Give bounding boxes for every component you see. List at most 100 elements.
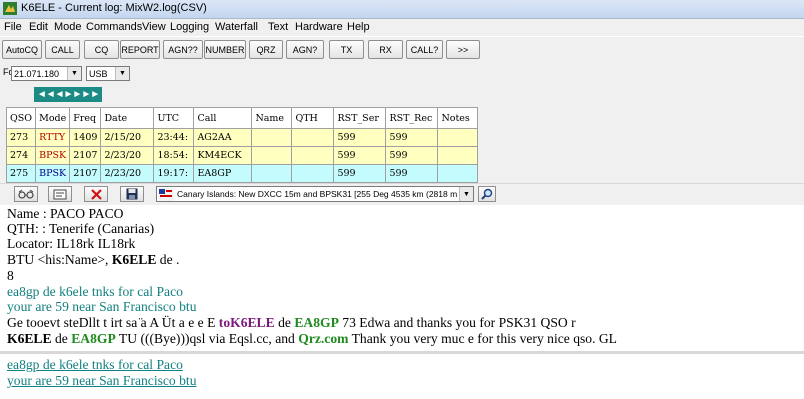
cell-name: [251, 164, 293, 183]
menu-help[interactable]: Help: [347, 21, 370, 33]
qrz-button[interactable]: QRZ: [249, 40, 283, 59]
text-span: TU (((Bye)))qsl via Eqsl.cc, and: [115, 331, 299, 346]
table-header-row: QSO Mode Freq Date UTC Call Name QTH RST…: [5, 107, 479, 129]
report-button[interactable]: REPORT: [120, 40, 160, 59]
mode-value: USB: [89, 68, 108, 79]
col-rst-rec[interactable]: RST_Rec: [385, 107, 439, 129]
text-span: de .: [156, 252, 180, 267]
callsign-tok6ele[interactable]: toK6ELE: [219, 315, 275, 330]
callsign-k6ele[interactable]: K6ELE: [112, 252, 157, 267]
cell-notes: [437, 128, 479, 147]
rx-line-name: Name : PACO PACO: [7, 206, 124, 221]
cell-qso: 273: [5, 128, 37, 147]
table-row-selected[interactable]: 275 BPSK 2107 2/23/20 19:17: EA8GP 599 5…: [5, 164, 479, 183]
flag-icon: [158, 187, 174, 201]
cell-rst-rec: 599: [385, 146, 439, 165]
cq-button[interactable]: CQ: [84, 40, 119, 59]
table-row[interactable]: 274 BPSK 2107 2/23/20 18:54: KM4ECK 599 …: [5, 146, 479, 165]
call-button[interactable]: CALL: [45, 40, 80, 59]
rx-line-qth: QTH: : Tenerife (Canarias): [7, 221, 155, 236]
qrz-link[interactable]: Qrz.com: [298, 331, 348, 346]
text-span: 73 Edwa and thanks you for PSK31 QSO r: [338, 315, 576, 330]
cell-qso: 274: [5, 146, 37, 165]
rx-line-btu: BTU <his:Name>, K6ELE de .: [7, 252, 179, 268]
glasses-icon[interactable]: [14, 186, 38, 202]
col-call[interactable]: Call: [193, 107, 253, 129]
callsign-ea8gp[interactable]: EA8GP: [71, 331, 116, 346]
cell-date: 2/23/20: [100, 146, 155, 165]
delete-icon[interactable]: [84, 186, 108, 202]
col-qth[interactable]: QTH: [291, 107, 335, 129]
menu-view[interactable]: View: [142, 21, 166, 33]
cell-qth: [291, 164, 335, 183]
cell-date: 2/15/20: [100, 128, 155, 147]
agn-button[interactable]: AGN?: [286, 40, 324, 59]
text-span: Ge tooevt steDllt t irt sa ̈a A Üt a e e…: [7, 315, 219, 330]
window-title: K6ELE - Current log: MixW2.log(CSV): [21, 2, 207, 14]
cell-call: KM4ECK: [193, 146, 253, 165]
tx-buffer-line-1[interactable]: ea8gp de k6ele tnks for cal Paco: [7, 357, 183, 373]
menu-file[interactable]: File: [4, 21, 22, 33]
app-icon: [3, 2, 17, 15]
col-qso[interactable]: QSO: [5, 107, 37, 129]
menu-bar: File Edit Mode Commands View Logging Wat…: [0, 19, 804, 36]
cell-mode: BPSK: [35, 146, 71, 165]
cell-notes: [437, 164, 479, 183]
text-span: Thank you very muc e for this very nice …: [348, 331, 617, 346]
tuning-row: ◄◄◄►►►►: [0, 85, 804, 105]
more-button[interactable]: >>: [446, 40, 480, 59]
cell-utc: 23:44:: [153, 128, 195, 147]
clear-fields-icon[interactable]: [48, 186, 72, 202]
col-notes[interactable]: Notes: [437, 107, 479, 129]
tuning-arrows-button[interactable]: ◄◄◄►►►►: [34, 87, 102, 102]
chevron-down-icon[interactable]: ▼: [67, 67, 81, 80]
rx-button[interactable]: RX: [368, 40, 403, 59]
cell-mode: BPSK: [35, 164, 71, 183]
receive-text-area[interactable]: Name : PACO PACO QTH: : Tenerife (Canari…: [0, 205, 804, 399]
cell-freq: 2107: [69, 146, 102, 165]
col-utc[interactable]: UTC: [153, 107, 195, 129]
menu-mode[interactable]: Mode: [54, 21, 82, 33]
frequency-value: 21.071.180: [14, 68, 60, 79]
call2-button[interactable]: CALL?: [406, 40, 443, 59]
col-name[interactable]: Name: [251, 107, 293, 129]
cell-name: [251, 128, 293, 147]
search-icon[interactable]: [478, 186, 496, 202]
rx-line-garbled: Ge tooevt steDllt t irt sa ̈a A Üt a e e…: [7, 315, 576, 331]
menu-edit[interactable]: Edit: [29, 21, 48, 33]
menu-logging[interactable]: Logging: [170, 21, 209, 33]
cell-call: AG2AA: [193, 128, 253, 147]
title-bar: K6ELE - Current log: MixW2.log(CSV): [0, 0, 804, 19]
col-freq[interactable]: Freq: [69, 107, 102, 129]
agn2-button[interactable]: AGN??: [163, 40, 203, 59]
divider[interactable]: [0, 351, 804, 354]
menu-waterfall[interactable]: Waterfall: [215, 21, 258, 33]
mode-select[interactable]: USB ▼: [86, 66, 130, 81]
cell-qth: [291, 128, 335, 147]
save-icon[interactable]: [120, 186, 144, 202]
number-button[interactable]: NUMBER: [204, 40, 246, 59]
table-row[interactable]: 273 RTTY 1409 2/15/20 23:44: AG2AA 599 5…: [5, 128, 479, 147]
tx-line-2: your are 59 near San Francisco btu: [7, 299, 197, 314]
log-table-panel: QSO Mode Freq Date UTC Call Name QTH RST…: [0, 105, 804, 183]
chevron-down-icon[interactable]: ▼: [115, 67, 129, 80]
callsign-k6ele[interactable]: K6ELE: [7, 331, 52, 346]
col-rst-ser[interactable]: RST_Ser: [333, 107, 387, 129]
autocq-button[interactable]: AutoCQ: [2, 40, 42, 59]
menu-hardware[interactable]: Hardware: [295, 21, 343, 33]
frequency-select[interactable]: 21.071.180 ▼: [11, 66, 82, 81]
col-mode[interactable]: Mode: [35, 107, 71, 129]
tx-buffer-line-2[interactable]: your are 59 near San Francisco btu: [7, 373, 197, 389]
macro-toolbar: AutoCQ CALL CQ REPORT AGN?? NUMBER QRZ A…: [0, 37, 804, 63]
cell-rst-ser: 599: [333, 146, 387, 165]
menu-commands[interactable]: Commands: [86, 21, 142, 33]
menu-text[interactable]: Text: [268, 21, 288, 33]
rx-line-8: 8: [7, 268, 14, 283]
col-date[interactable]: Date: [100, 107, 155, 129]
cell-rst-rec: 599: [385, 164, 439, 183]
chevron-down-icon[interactable]: ▼: [459, 187, 473, 201]
cell-qso: 275: [5, 164, 37, 183]
tx-button[interactable]: TX: [329, 40, 364, 59]
country-info-select[interactable]: Canary Islands: New DXCC 15m and BPSK31 …: [156, 186, 474, 202]
callsign-ea8gp[interactable]: EA8GP: [294, 315, 339, 330]
